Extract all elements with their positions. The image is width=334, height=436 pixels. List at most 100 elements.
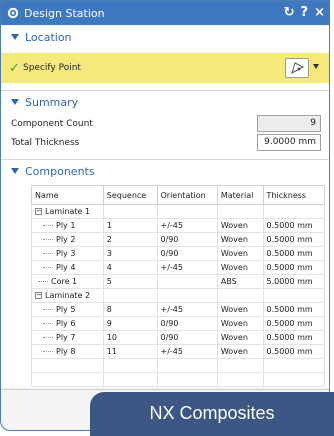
empty-cell xyxy=(156,358,218,373)
component-orientation-cell xyxy=(156,274,218,289)
component-thickness-cell: 0.5000 mm xyxy=(262,344,326,359)
close-button[interactable]: × xyxy=(314,5,325,20)
tree-connector xyxy=(43,239,53,240)
component-sequence-cell: 4 xyxy=(102,260,158,275)
table-row[interactable]: − Laminate 1 xyxy=(31,204,326,219)
component-material-cell: Woven xyxy=(216,316,264,331)
component-material-cell: Woven xyxy=(216,344,264,359)
point-dialog-button[interactable] xyxy=(285,58,309,78)
component-name: Ply 5 xyxy=(56,305,76,314)
design-station-dialog: Design Station ↻ ? × Location ✓ Specify … xyxy=(0,0,330,431)
component-sequence-cell: 9 xyxy=(102,316,158,331)
collapse-toggle-icon[interactable]: − xyxy=(35,208,42,215)
component-orientation-cell: +/-45 xyxy=(156,302,218,317)
chevron-down-icon[interactable] xyxy=(313,64,319,69)
nx-composites-banner: NX Composites xyxy=(90,392,334,436)
component-material-cell: Woven xyxy=(216,232,264,247)
title-bar: Design Station ↻ ? × xyxy=(1,1,329,25)
components-heading: Components xyxy=(25,164,95,178)
component-name: Ply 7 xyxy=(56,333,76,342)
tree-connector xyxy=(43,253,53,254)
column-header-name[interactable]: Name xyxy=(31,185,104,205)
component-name: Ply 3 xyxy=(56,249,76,258)
column-header-material[interactable]: Material xyxy=(216,185,264,205)
summary-section-header[interactable]: Summary xyxy=(1,91,329,113)
dialog-footer-divider xyxy=(1,389,329,390)
column-header-sequence[interactable]: Sequence xyxy=(102,185,158,205)
table-row[interactable]: Ply 6 9 0/90 Woven 0.5000 mm xyxy=(31,316,326,331)
component-orientation-cell: 0/90 xyxy=(156,316,218,331)
component-sequence-cell xyxy=(102,204,158,219)
table-row[interactable]: Ply 8 11 +/-45 Woven 0.5000 mm xyxy=(31,344,326,359)
component-name: Laminate 2 xyxy=(45,291,91,300)
table-row[interactable]: Ply 7 10 0/90 Woven 0.5000 mm xyxy=(31,330,326,345)
component-orientation-cell: 0/90 xyxy=(156,330,218,345)
component-name-cell: − Laminate 2 xyxy=(31,288,104,303)
check-icon: ✓ xyxy=(9,61,20,76)
location-section-header[interactable]: Location xyxy=(1,26,329,48)
column-header-orientation[interactable]: Orientation xyxy=(156,185,218,205)
component-name-cell: Ply 2 xyxy=(31,232,104,247)
component-thickness-cell: 0.5000 mm xyxy=(262,316,326,331)
component-thickness-cell: 0.5000 mm xyxy=(262,260,326,275)
collapse-triangle-icon xyxy=(11,34,19,40)
tree-connector xyxy=(43,337,53,338)
table-row[interactable]: Core 1 5 ABS 5.0000 mm xyxy=(31,274,326,289)
component-material-cell xyxy=(216,288,264,303)
table-row[interactable]: Ply 2 2 0/90 Woven 0.5000 mm xyxy=(31,232,326,247)
component-orientation-cell: +/-45 xyxy=(156,344,218,359)
component-thickness-cell xyxy=(262,288,326,303)
component-material-cell: Woven xyxy=(216,246,264,261)
table-row[interactable]: Ply 3 3 0/90 Woven 0.5000 mm xyxy=(31,246,326,261)
component-material-cell: ABS xyxy=(216,274,264,289)
table-row[interactable]: − Laminate 2 xyxy=(31,288,326,303)
component-count-field: 9 xyxy=(257,115,321,132)
component-material-cell: Woven xyxy=(216,260,264,275)
reset-icon[interactable]: ↻ xyxy=(284,5,295,20)
tree-connector xyxy=(43,225,53,226)
component-thickness-cell: 0.5000 mm xyxy=(262,330,326,345)
table-header-row: Name Sequence Orientation Material Thick… xyxy=(31,185,326,205)
component-sequence-cell: 5 xyxy=(102,274,158,289)
component-name: Laminate 1 xyxy=(45,207,91,216)
tree-connector xyxy=(38,281,48,282)
components-table: Name Sequence Orientation Material Thick… xyxy=(31,185,326,387)
component-orientation-cell: +/-45 xyxy=(156,218,218,233)
component-material-cell: Woven xyxy=(216,218,264,233)
collapse-toggle-icon[interactable]: − xyxy=(35,292,42,299)
component-name-cell: − Laminate 1 xyxy=(31,204,104,219)
component-name-cell: Ply 5 xyxy=(31,302,104,317)
component-orientation-cell: 0/90 xyxy=(156,246,218,261)
tree-connector xyxy=(43,309,53,310)
summary-body: Component Count 9 Total Thickness 9.0000… xyxy=(1,113,329,159)
tree-connector xyxy=(43,323,53,324)
component-name-cell: Core 1 xyxy=(31,274,104,289)
empty-row xyxy=(31,358,326,373)
component-name-cell: Ply 4 xyxy=(31,260,104,275)
table-row[interactable]: Ply 1 1 +/-45 Woven 0.5000 mm xyxy=(31,218,326,233)
component-thickness-cell xyxy=(262,204,326,219)
component-name: Core 1 xyxy=(51,277,78,286)
component-orientation-cell xyxy=(156,288,218,303)
location-heading: Location xyxy=(25,30,72,44)
empty-cell xyxy=(262,358,326,373)
total-thickness-label: Total Thickness xyxy=(11,138,80,148)
total-thickness-field: 9.0000 mm xyxy=(257,134,321,151)
component-sequence-cell: 1 xyxy=(102,218,158,233)
table-row[interactable]: Ply 4 4 +/-45 Woven 0.5000 mm xyxy=(31,260,326,275)
component-name: Ply 4 xyxy=(56,263,76,272)
table-row[interactable]: Ply 5 8 +/-45 Woven 0.5000 mm xyxy=(31,302,326,317)
component-name-cell: Ply 8 xyxy=(31,344,104,359)
empty-cell xyxy=(102,372,158,387)
empty-cell xyxy=(262,372,326,387)
component-orientation-cell xyxy=(156,204,218,219)
component-orientation-cell: +/-45 xyxy=(156,260,218,275)
column-header-thickness[interactable]: Thickness xyxy=(262,185,326,205)
tree-connector xyxy=(43,351,53,352)
help-button[interactable]: ? xyxy=(301,5,309,20)
component-material-cell xyxy=(216,204,264,219)
specify-point-row[interactable]: ✓ Specify Point xyxy=(1,53,329,83)
components-section-header[interactable]: Components xyxy=(1,160,329,182)
component-material-cell: Woven xyxy=(216,302,264,317)
specify-point-label: Specify Point xyxy=(23,63,81,73)
